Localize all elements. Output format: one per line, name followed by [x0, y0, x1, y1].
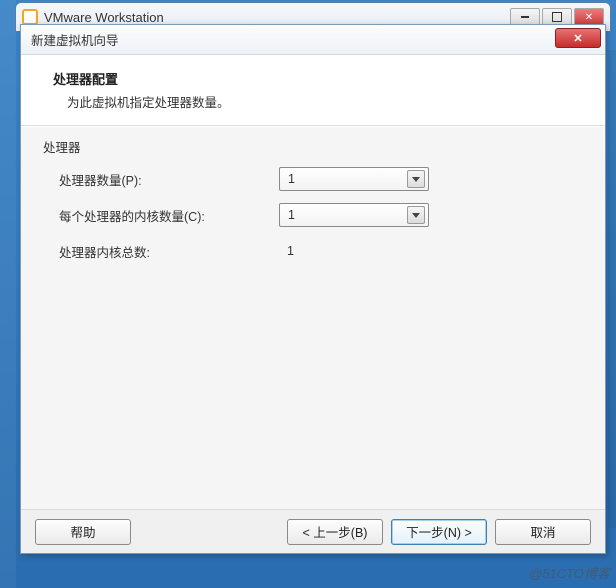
row-cpu-count: 处理器数量(P): 1	[43, 164, 583, 194]
chevron-down-icon	[407, 206, 425, 224]
combo-cores-per-value: 1	[288, 208, 407, 222]
row-cores-per: 每个处理器的内核数量(C): 1	[43, 200, 583, 230]
back-button[interactable]: < 上一步(B)	[287, 519, 383, 545]
wizard-dialog: 新建虚拟机向导 处理器配置 为此虚拟机指定处理器数量。 处理器 处理器数量(P)…	[20, 24, 606, 554]
dialog-close-button[interactable]	[555, 28, 601, 48]
parent-window-title: VMware Workstation	[44, 10, 510, 25]
label-cores-per: 每个处理器的内核数量(C):	[59, 206, 279, 225]
label-total-cores: 处理器内核总数:	[59, 242, 279, 261]
next-button[interactable]: 下一步(N) >	[391, 519, 487, 545]
dialog-header-title: 处理器配置	[53, 69, 583, 88]
combo-cores-per[interactable]: 1	[279, 203, 429, 227]
watermark: @51CTO博客	[529, 563, 610, 582]
row-total-cores: 处理器内核总数: 1	[43, 236, 583, 266]
dialog-header-subtitle: 为此虚拟机指定处理器数量。	[67, 92, 583, 111]
combo-cpu-count-value: 1	[288, 172, 407, 186]
dialog-titlebar: 新建虚拟机向导	[21, 25, 605, 55]
dialog-footer: 帮助 < 上一步(B) 下一步(N) > 取消	[21, 509, 605, 553]
help-button[interactable]: 帮助	[35, 519, 131, 545]
vmware-icon	[22, 9, 38, 25]
cancel-button[interactable]: 取消	[495, 519, 591, 545]
combo-cpu-count[interactable]: 1	[279, 167, 429, 191]
group-label-processors: 处理器	[43, 137, 583, 156]
dialog-title: 新建虚拟机向导	[31, 30, 119, 49]
dialog-body: 处理器 处理器数量(P): 1 每个处理器的内核数量(C): 1 处理器内核总数…	[21, 126, 605, 509]
dialog-header: 处理器配置 为此虚拟机指定处理器数量。	[21, 55, 605, 126]
chevron-down-icon	[407, 170, 425, 188]
value-total-cores: 1	[279, 244, 429, 258]
label-cpu-count: 处理器数量(P):	[59, 170, 279, 189]
